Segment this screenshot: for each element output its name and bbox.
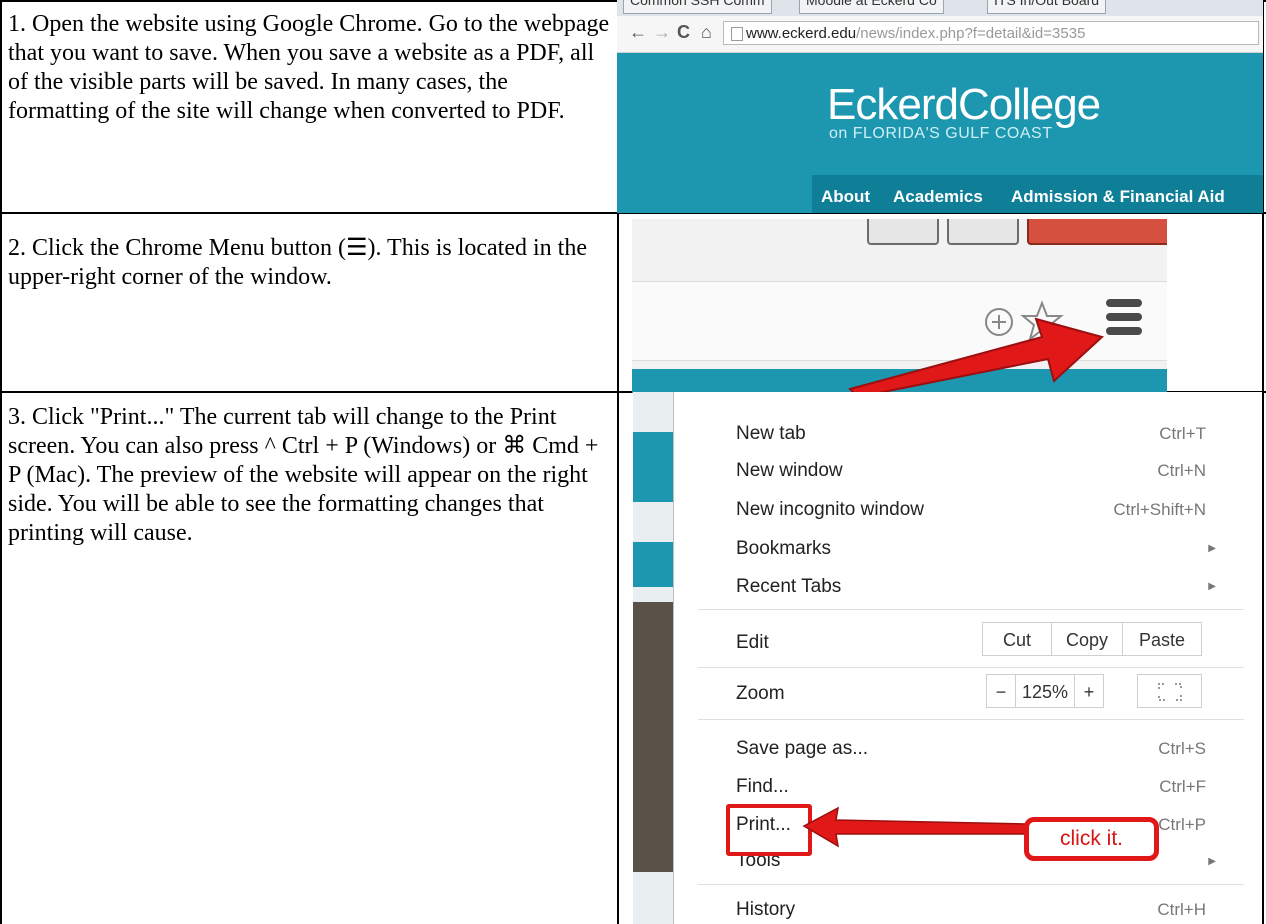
maximize-button[interactable]: [947, 219, 1019, 245]
url-path: /news/index.php?f=detail&id=3535: [856, 25, 1086, 42]
page-fragment: [633, 542, 673, 587]
menu-item-find[interactable]: Find...: [736, 776, 789, 798]
minimize-button[interactable]: [867, 219, 939, 245]
menu-item-bookmarks[interactable]: Bookmarks: [736, 538, 831, 560]
forward-arrow-icon[interactable]: →: [653, 22, 671, 43]
print-highlight-box: [726, 804, 812, 856]
close-button[interactable]: [1027, 219, 1167, 245]
page-photo-fragment: [633, 602, 673, 872]
menu-item-new-incognito[interactable]: New incognito window: [736, 499, 924, 521]
table-border-left: [0, 0, 2, 924]
menu-button-screenshot: [632, 219, 1167, 393]
nav-about[interactable]: About: [821, 187, 870, 207]
zoom-level: 125%: [1015, 674, 1075, 708]
menu-separator: [698, 884, 1244, 885]
address-toolbar: ← → C ⌂ www.eckerd.edu/news/index.php?f=…: [617, 16, 1263, 53]
shortcut-new-window: Ctrl+N: [1157, 461, 1206, 480]
cut-button[interactable]: Cut: [982, 622, 1052, 656]
browser-tab[interactable]: Moodle at Eckerd Co: [799, 0, 944, 14]
shortcut-save-page: Ctrl+S: [1158, 739, 1206, 758]
menu-item-new-tab[interactable]: New tab: [736, 423, 806, 445]
url-bar[interactable]: www.eckerd.edu/news/index.php?f=detail&i…: [723, 21, 1259, 45]
site-tagline: on FLORIDA'S GULF COAST: [829, 125, 1053, 142]
tab-strip: Common SSH Comm Moodle at Eckerd Co ITS …: [617, 0, 1263, 16]
fullscreen-button[interactable]: [1137, 674, 1202, 708]
copy-button[interactable]: Copy: [1051, 622, 1123, 656]
menu-separator: [698, 609, 1244, 610]
url-domain: www.eckerd.edu: [746, 25, 857, 42]
paste-button[interactable]: Paste: [1122, 622, 1202, 656]
page-fragment: [633, 432, 673, 502]
menu-item-new-window[interactable]: New window: [736, 460, 843, 482]
browser-tab[interactable]: Common SSH Comm: [623, 0, 772, 14]
site-nav: About Academics Admission & Financial Ai…: [812, 175, 1263, 213]
home-icon[interactable]: ⌂: [701, 22, 712, 43]
site-logo[interactable]: EckerdCollege: [827, 80, 1101, 130]
menu-item-history[interactable]: History: [736, 899, 795, 921]
menu-item-edit: Edit: [736, 632, 769, 653]
step-2-text: 2. Click the Chrome Menu button (☰). Thi…: [8, 235, 587, 290]
browser-screenshot: Common SSH Comm Moodle at Eckerd Co ITS …: [617, 0, 1263, 213]
step-1-text: 1. Open the website using Google Chrome.…: [8, 11, 610, 124]
step-3-text: 3. Click "Print..." The current tab will…: [8, 404, 599, 546]
zoom-in-button[interactable]: +: [1074, 674, 1104, 708]
submenu-arrow-icon: ▶: [1208, 543, 1216, 554]
page-background-strip: [633, 392, 673, 924]
reload-icon[interactable]: C: [677, 22, 690, 43]
click-it-callout: click it.: [1024, 817, 1159, 861]
submenu-arrow-icon: ▶: [1208, 581, 1216, 592]
shortcut-find: Ctrl+F: [1159, 777, 1206, 796]
nav-admission[interactable]: Admission & Financial Aid: [1011, 187, 1225, 207]
shortcut-history: Ctrl+H: [1157, 900, 1206, 919]
menu-separator: [698, 719, 1244, 720]
red-pointer-arrow: [802, 806, 1027, 848]
chrome-menu-screenshot: New tab Ctrl+T New window Ctrl+N New inc…: [633, 392, 1262, 924]
page-icon: [731, 27, 743, 41]
fullscreen-icon: [1157, 683, 1182, 701]
nav-academics[interactable]: Academics: [893, 187, 983, 207]
shortcut-new-incognito: Ctrl+Shift+N: [1113, 500, 1206, 519]
hamburger-menu-icon[interactable]: [1106, 299, 1142, 341]
submenu-arrow-icon: ▶: [1208, 856, 1216, 867]
red-pointer-arrow: [848, 317, 1105, 393]
shortcut-new-tab: Ctrl+T: [1159, 424, 1206, 443]
shortcut-print: Ctrl+P: [1158, 815, 1206, 834]
menu-separator: [698, 667, 1244, 668]
menu-item-recent-tabs[interactable]: Recent Tabs: [736, 576, 841, 598]
back-arrow-icon[interactable]: ←: [629, 22, 647, 43]
menu-item-save-page[interactable]: Save page as...: [736, 738, 868, 760]
browser-tab[interactable]: ITS In/Out Board: [987, 0, 1107, 14]
chrome-menu: New tab Ctrl+T New window Ctrl+N New inc…: [673, 392, 1244, 924]
zoom-out-button[interactable]: −: [986, 674, 1016, 708]
menu-item-zoom: Zoom: [736, 683, 785, 704]
